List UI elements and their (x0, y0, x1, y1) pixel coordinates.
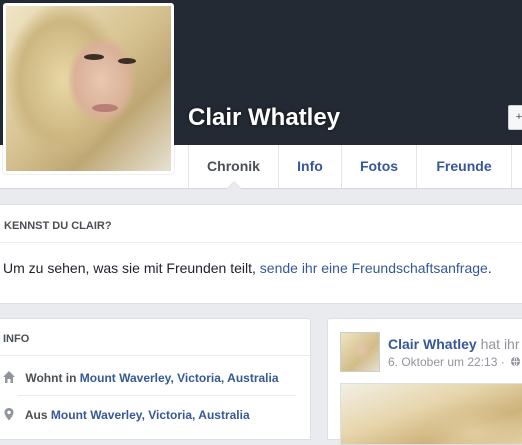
post-header: Clair Whatley hat ihr (388, 336, 520, 352)
friend-request-link[interactable]: sende ihr eine Freundschaftsanfrage (260, 260, 488, 276)
divider (0, 355, 310, 356)
tab-freunde[interactable]: Freunde (416, 145, 511, 188)
divider (0, 242, 522, 243)
tab-fotos[interactable]: Fotos (341, 145, 416, 188)
post-photo[interactable] (340, 383, 522, 445)
info-row-lives-in: Wohnt in Mount Waverley, Victoria, Austr… (2, 370, 279, 385)
tab-chronik[interactable]: Chronik (188, 145, 278, 189)
know-her-title: KENNST DU CLAIR? (4, 220, 112, 232)
know-her-text: Um zu sehen, was sie mit Freunden teilt,… (3, 260, 492, 276)
tab-info[interactable]: Info (278, 145, 341, 188)
timeline-post: Clair Whatley hat ihr 6. Oktober um 22:1… (327, 318, 522, 445)
cover-action-button[interactable]: + (508, 105, 522, 130)
home-icon (3, 371, 15, 383)
profile-picture-detail (92, 104, 118, 112)
info-row-prefix: Wohnt in (25, 371, 77, 385)
profile-name[interactable]: Clair Whatley (188, 104, 340, 132)
profile-picture[interactable] (3, 3, 174, 174)
tab-label: Freunde (436, 158, 492, 174)
divider (18, 395, 296, 396)
active-tab-indicator (225, 181, 242, 189)
info-row-prefix: Aus (24, 408, 48, 422)
post-meta: 6. Oktober um 22:13 · (388, 355, 521, 369)
globe-icon (510, 356, 521, 367)
post-author-avatar[interactable] (340, 332, 380, 372)
know-her-box: KENNST DU CLAIR? Um zu sehen, was sie mi… (0, 204, 522, 304)
profile-picture-detail (118, 58, 136, 64)
post-timestamp[interactable]: 6. Oktober um 22:13 · (388, 355, 505, 369)
tab-label: Fotos (359, 158, 399, 174)
tab-label: Chronik (207, 158, 260, 174)
know-her-text-prefix: Um zu sehen, was sie mit Freunden teilt, (3, 260, 256, 276)
location-pin-icon (4, 408, 14, 421)
lives-in-link[interactable]: Mount Waverley, Victoria, Australia (80, 371, 279, 385)
info-row-from: Aus Mount Waverley, Victoria, Australia (2, 407, 250, 422)
profile-picture-detail (84, 54, 104, 60)
know-her-text-suffix: . (487, 260, 492, 276)
tab-more[interactable] (511, 145, 522, 188)
info-title: INFO (3, 333, 30, 345)
hometown-link[interactable]: Mount Waverley, Victoria, Australia (51, 408, 250, 422)
info-box: INFO Wohnt in Mount Waverley, Victoria, … (0, 318, 311, 440)
post-author-link[interactable]: Clair Whatley (388, 336, 477, 352)
tab-label: Info (297, 158, 323, 174)
post-action-text: hat ihr (480, 336, 520, 352)
